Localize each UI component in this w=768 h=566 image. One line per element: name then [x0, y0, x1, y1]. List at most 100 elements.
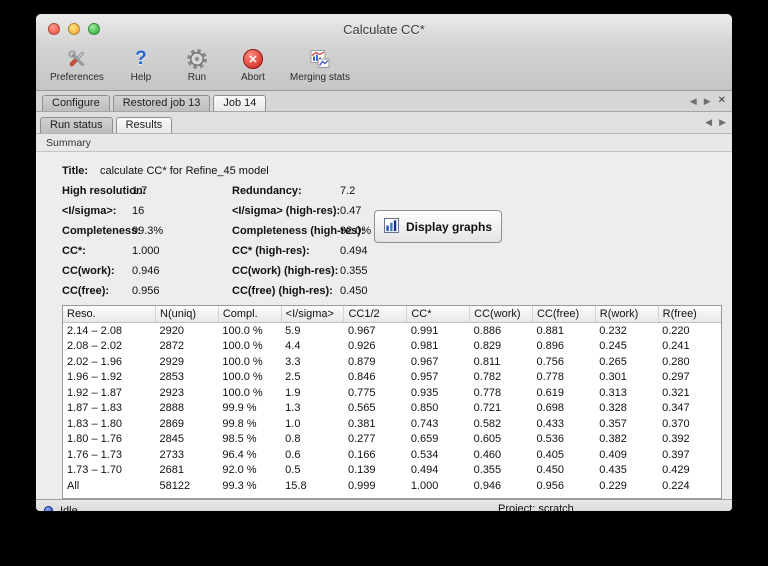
- tab-run-status[interactable]: Run status: [40, 117, 113, 133]
- window-title: Calculate CC*: [343, 21, 425, 37]
- title-bar: Calculate CC*: [36, 14, 732, 44]
- column-header[interactable]: Compl.: [218, 306, 282, 323]
- summary-value: 16: [132, 205, 145, 217]
- column-header[interactable]: R(free): [658, 306, 721, 323]
- summary-row: CC*: 1.000 CC* (high-res): 0.494: [62, 241, 732, 261]
- merging-stats-icon: [308, 46, 332, 72]
- tab-restored-job-13[interactable]: Restored job 13: [112, 95, 211, 111]
- table-cell: 0.5: [285, 464, 301, 477]
- tab-scroll-left-icon[interactable]: ◀: [705, 118, 712, 127]
- table-row[interactable]: 2.02 – 1.96 2929 100.0 % 3.3 0.879 0.967 0.811…: [63, 354, 721, 370]
- summary-label: Title:: [62, 165, 89, 177]
- minimize-window-button[interactable]: [68, 23, 80, 35]
- tab-results[interactable]: Results: [115, 117, 173, 133]
- table-cell: 0.301: [599, 371, 627, 384]
- results-table-body: 2.14 – 2.08 2920 100.0 % 5.9 0.967 0.991 0.886…: [63, 323, 721, 494]
- table-cell: 0.782: [473, 371, 502, 384]
- toolbar-item-run[interactable]: Run: [174, 46, 220, 83]
- table-cell: 0.460: [473, 448, 502, 461]
- toolbar-item-preferences[interactable]: Preferences: [46, 46, 108, 83]
- table-cell: 2.02 – 1.96: [67, 355, 123, 368]
- results-panel: Title: calculate CC* for Refine_45 model…: [36, 152, 732, 499]
- table-cell: 0.829: [473, 340, 502, 353]
- column-header[interactable]: <I/sigma>: [281, 306, 345, 323]
- summary-label: CC(work) (high-res):: [232, 265, 339, 277]
- table-row[interactable]: All 58122 99.3 % 15.8 0.999 1.000 0.946 0.956 0.…: [63, 478, 721, 494]
- table-cell: 0.347: [662, 402, 690, 415]
- table-cell: 0.355: [473, 464, 502, 477]
- tab-summary[interactable]: Summary: [46, 137, 91, 149]
- table-cell: 0.721: [473, 402, 502, 415]
- toolbar-item-abort[interactable]: ✕ Abort: [230, 46, 276, 83]
- table-row[interactable]: 1.96 – 1.92 2853 100.0 % 2.5 0.846 0.957 0.782…: [63, 370, 721, 386]
- table-cell: 0.981: [410, 340, 439, 353]
- table-row[interactable]: 1.76 – 1.73 2733 96.4 % 0.6 0.166 0.534 0.460 0…: [63, 447, 721, 463]
- summary-row: CC(work): 0.946 CC(work) (high-res): 0.3…: [62, 261, 732, 281]
- column-header[interactable]: CC(work): [469, 306, 533, 323]
- results-table: Reso. N(uniq) Compl. <I/sigma> CC1/2 CC* CC(wo…: [63, 306, 721, 494]
- table-cell: 99.9 %: [222, 402, 257, 415]
- table-cell: 0.886: [473, 324, 502, 337]
- table-row[interactable]: 1.83 – 1.80 2869 99.8 % 1.0 0.381 0.743 0.582 0…: [63, 416, 721, 432]
- close-window-button[interactable]: [48, 23, 60, 35]
- tab-scroll-right-icon[interactable]: ▶: [719, 118, 726, 127]
- table-cell: 5.9: [285, 324, 301, 337]
- table-row[interactable]: 1.80 – 1.76 2845 98.5 % 0.8 0.277 0.659 0.605 0…: [63, 432, 721, 448]
- column-header[interactable]: CC*: [406, 306, 471, 323]
- table-cell: 98.5 %: [222, 433, 257, 446]
- table-cell: 0.405: [536, 448, 564, 461]
- summary-value: 0.494: [340, 245, 368, 257]
- status-bar: Idle Project: scratch: [36, 499, 732, 511]
- table-cell: 0.619: [536, 386, 564, 399]
- table-cell: 1.80 – 1.76: [67, 433, 123, 446]
- table-row[interactable]: 2.08 – 2.02 2872 100.0 % 4.4 0.926 0.981 0.829…: [63, 339, 721, 355]
- table-cell: 3.3: [285, 355, 301, 368]
- column-header[interactable]: CC1/2: [343, 306, 408, 323]
- tab-scroll-left-icon[interactable]: ◀: [690, 96, 697, 106]
- table-row[interactable]: 2.14 – 2.08 2920 100.0 % 5.9 0.967 0.991 0.886…: [63, 323, 721, 339]
- table-cell: 2853: [159, 371, 184, 384]
- table-cell: 0.967: [347, 324, 376, 337]
- column-header[interactable]: R(work): [595, 306, 659, 323]
- result-tab-nav: ◀ ▶: [705, 112, 726, 133]
- display-graphs-label: Display graphs: [405, 219, 493, 234]
- table-cell: 0.881: [536, 324, 564, 337]
- column-header[interactable]: CC(free): [532, 306, 596, 323]
- table-cell: 100.0 %: [222, 386, 263, 399]
- table-cell: 100.0 %: [222, 355, 263, 368]
- summary-value: calculate CC* for Refine_45 model: [100, 165, 269, 177]
- tab-scroll-right-icon[interactable]: ▶: [704, 96, 711, 106]
- table-cell: 1.0: [285, 417, 301, 430]
- table-cell: 2872: [159, 340, 184, 353]
- table-cell: 2869: [159, 417, 184, 430]
- table-cell: 0.659: [410, 433, 439, 446]
- table-cell: 1.83 – 1.80: [67, 417, 123, 430]
- table-cell: 1.87 – 1.83: [67, 402, 123, 415]
- table-cell: 2845: [159, 433, 184, 446]
- status-led-icon: [44, 506, 53, 511]
- toolbar-item-help[interactable]: ? Help: [118, 46, 164, 83]
- table-row[interactable]: 1.73 – 1.70 2681 92.0 % 0.5 0.139 0.494 0.355 0…: [63, 463, 721, 479]
- table-cell: 0.991: [410, 324, 439, 337]
- tab-configure[interactable]: Configure: [42, 95, 110, 111]
- table-row[interactable]: 1.87 – 1.83 2888 99.9 % 1.3 0.565 0.850 0.721 0…: [63, 401, 721, 417]
- table-cell: 0.926: [347, 340, 376, 353]
- table-cell: 0.220: [662, 324, 690, 337]
- summary-label: Completeness:: [62, 225, 141, 237]
- table-cell: 0.957: [410, 371, 439, 384]
- table-cell: 0.879: [347, 355, 376, 368]
- job-tab-bar: Configure Restored job 13 Job 14 ◀ ▶ ✕: [36, 91, 732, 112]
- tab-job-14[interactable]: Job 14: [213, 95, 267, 111]
- tab-close-icon[interactable]: ✕: [718, 96, 726, 106]
- summary-label: CC(free):: [62, 285, 110, 297]
- summary-label: Completeness (high-res):: [232, 225, 365, 237]
- display-graphs-button[interactable]: Display graphs: [374, 210, 502, 243]
- column-header[interactable]: Reso.: [63, 306, 156, 323]
- column-header[interactable]: N(uniq): [155, 306, 219, 323]
- table-cell: 0.698: [536, 402, 564, 415]
- toolbar-item-merging-stats[interactable]: Merging stats: [286, 46, 354, 83]
- table-cell: 0.245: [599, 340, 627, 353]
- table-cell: 0.429: [662, 464, 690, 477]
- zoom-window-button[interactable]: [88, 23, 100, 35]
- table-row[interactable]: 1.92 – 1.87 2923 100.0 % 1.9 0.775 0.935 0.778…: [63, 385, 721, 401]
